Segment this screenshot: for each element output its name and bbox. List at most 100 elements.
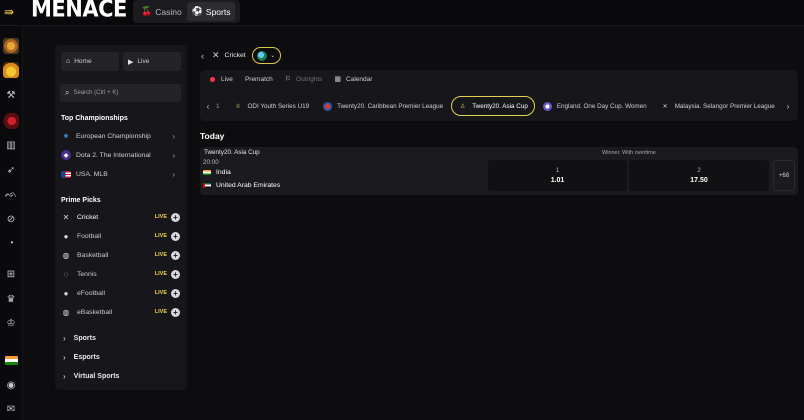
search-input[interactable]: ⌕ Search (Ctrl + K) (60, 84, 181, 102)
top-nav: 🍒 Casino ⚽ Sports (133, 0, 240, 23)
pick-item-tennis[interactable]: ◌ Tennis LIVE + (61, 267, 181, 281)
live-badge: LIVE (154, 271, 167, 277)
scroll-right-icon[interactable]: › (780, 102, 796, 111)
chevron-right-icon: › (172, 131, 175, 141)
chevron-right-icon: › (172, 169, 175, 179)
odd-button-home[interactable]: 1 1.01 (488, 160, 627, 191)
chevron-down-icon: ⌄ (270, 53, 276, 59)
sport-title: Cricket (224, 52, 246, 59)
brand-logo[interactable]: MENACE (31, 0, 127, 22)
pick-label: Tennis (77, 270, 97, 278)
game-thumbnail-2-icon[interactable] (3, 62, 19, 78)
live-badge: LIVE (154, 290, 167, 296)
group-virtual-sports[interactable]: › Virtual Sports (63, 372, 119, 381)
cricket-icon: ✕ (62, 212, 70, 222)
top-championships-title: Top Championships (61, 115, 128, 122)
group-sports[interactable]: › Sports (63, 334, 96, 343)
rocket-icon[interactable]: ➶ (3, 162, 19, 178)
support-icon[interactable]: ◉ (3, 377, 19, 393)
no-entry-icon[interactable]: ⊘ (3, 211, 19, 227)
casino-tab[interactable]: 🍒 Casino (136, 2, 187, 21)
championship-item[interactable]: USA. MLB › (61, 167, 181, 181)
cricket-icon: ✕ (212, 50, 220, 60)
basketball-icon: ◍ (62, 250, 70, 260)
flag-icon: ⚐ (284, 76, 292, 83)
add-icon[interactable]: + (171, 269, 180, 279)
language-flag-icon[interactable] (3, 352, 19, 368)
back-icon[interactable]: ‹ (201, 51, 204, 61)
league-chip[interactable]: Twenty20. Caribbean Premier League (317, 96, 449, 116)
pick-item-football[interactable]: ● Football LIVE + (61, 229, 181, 243)
india-flag-icon (203, 170, 211, 175)
scroll-left-icon[interactable]: ‹ (200, 102, 216, 111)
soccer-ball-icon: ⚽ (191, 6, 203, 16)
sports-tab[interactable]: ⚽ Sports (186, 2, 236, 21)
league-chip-label: England. One Day Cup. Women (556, 102, 647, 110)
group-label: Sports (73, 335, 96, 342)
crown-icon[interactable]: ♛ (3, 291, 19, 307)
add-icon[interactable]: + (171, 250, 180, 260)
add-icon[interactable]: + (171, 231, 180, 241)
pick-item-cricket[interactable]: ✕ Cricket LIVE + (61, 210, 181, 224)
home-label: Home (74, 58, 92, 65)
gauge-icon[interactable]: ◔ (3, 235, 19, 251)
add-icon[interactable]: + (171, 212, 180, 222)
football-icon: ● (63, 231, 69, 241)
trophy-icon[interactable]: ♔ (3, 315, 19, 331)
filter-panel: Live Prematch ⚐ Outrights ▦ Calendar ‹ 1… (200, 70, 798, 121)
league-carousel: ‹ 1 ♕ ODI Youth Series U19 Twenty20. Car… (200, 95, 798, 117)
pick-item-ebasketball[interactable]: ◍ eBasketball LIVE + (61, 305, 181, 319)
add-icon[interactable]: + (171, 307, 180, 317)
tab-prematch[interactable]: Prematch (245, 76, 273, 83)
left-rail: ⚒ ▥ ➶ ᨒ ⊘ ◔ ⊞ ♛ ♔ ◉ ✉ (0, 26, 23, 420)
live-badge: LIVE (154, 214, 167, 220)
group-label: Virtual Sports (73, 373, 120, 380)
cards-icon[interactable]: ▥ (3, 137, 19, 153)
team-away-name: United Arab Emirates (216, 182, 281, 189)
league-count: 1 (216, 102, 220, 110)
chevron-right-icon: › (172, 150, 175, 160)
menu-toggle-icon[interactable]: ⇛ (4, 5, 18, 19)
breadcrumb: ‹ ✕ Cricket ⌄ (201, 47, 281, 64)
home-button[interactable]: ⌂ Home (61, 52, 119, 71)
odd-label: 1 (555, 167, 560, 174)
live-button[interactable]: ▶ Live (123, 52, 181, 71)
league-chip[interactable]: England. One Day Cup. Women (537, 96, 653, 116)
pick-label: Cricket (77, 213, 99, 221)
game-thumbnail-1-icon[interactable] (3, 38, 19, 54)
odd-button-away[interactable]: 2 17.50 (629, 160, 769, 191)
home-icon: ⌂ (66, 58, 71, 65)
cherries-rail-icon[interactable]: ᨒ (3, 186, 19, 202)
pick-item-basketball[interactable]: ◍ Basketball LIVE + (61, 248, 181, 262)
pick-item-efootball[interactable]: ● eFootball LIVE + (61, 286, 181, 300)
league-chip[interactable]: ✕ Malaysia. Selangor Premier League (655, 96, 781, 116)
tab-live[interactable]: Live (210, 76, 233, 83)
pick-label: eFootball (77, 289, 105, 297)
team-home-name: India (216, 169, 231, 176)
gift-icon[interactable]: ⊞ (3, 266, 19, 282)
add-icon[interactable]: + (171, 288, 180, 298)
odd-value: 1.01 (550, 176, 565, 184)
trending-icon[interactable]: ⚒ (3, 87, 19, 103)
championship-item[interactable]: ✺ European Championship › (61, 129, 181, 143)
league-chip[interactable]: ♕ ODI Youth Series U19 (228, 96, 316, 116)
tab-outrights[interactable]: ⚐ Outrights (284, 75, 323, 84)
euro-icon: ✺ (63, 133, 69, 140)
championship-label: Dota 2. The International (76, 151, 151, 159)
odd-label: 2 (697, 167, 701, 174)
team-away: United Arab Emirates (203, 182, 280, 189)
more-markets-button[interactable]: +68 (773, 160, 795, 191)
pick-label: Football (77, 232, 102, 240)
group-esports[interactable]: › Esports (63, 353, 100, 362)
match-card[interactable]: Twenty20. Asia Cup Winner. With overtime… (200, 147, 798, 195)
championship-item[interactable]: ◆ Dota 2. The International › (61, 148, 181, 162)
live-badge: LIVE (154, 252, 167, 258)
region-dropdown[interactable]: ⌄ (251, 47, 281, 64)
live-dot-icon (210, 76, 215, 82)
top-bar: ⇛ MENACE 🍒 Casino ⚽ Sports (0, 0, 804, 26)
mail-icon[interactable]: ✉ (3, 401, 19, 417)
tab-calendar[interactable]: ▦ Calendar (334, 75, 372, 84)
league-chip-selected[interactable]: ♙ Twenty20. Asia Cup (451, 96, 535, 116)
game-thumbnail-3-icon[interactable] (3, 113, 19, 129)
search-placeholder: Search (Ctrl + K) (73, 90, 119, 96)
